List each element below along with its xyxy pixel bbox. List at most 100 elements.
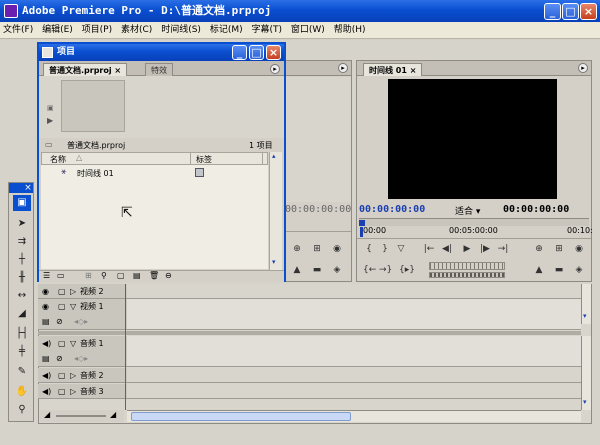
project-minimize-button[interactable]: _ — [232, 45, 247, 60]
speaker-icon[interactable]: ◀) — [42, 384, 51, 399]
keyframe-nav-icon[interactable]: ◂◇▸ — [74, 351, 88, 366]
delete-icon[interactable]: 🗑 — [149, 271, 159, 280]
source-trim-icon[interactable]: ▲ — [291, 265, 303, 275]
source-lift-icon[interactable]: ◈ — [331, 265, 343, 275]
expand-triangle-icon[interactable]: ▷ — [70, 384, 76, 399]
expand-triangle-icon[interactable]: ▷ — [70, 368, 76, 383]
source-extract-icon[interactable]: ▬ — [311, 265, 323, 275]
program-output-icon[interactable]: ◈ — [573, 265, 585, 275]
collapse-triangle-icon[interactable]: ▽ — [70, 299, 76, 314]
step-forward-icon[interactable]: |▶ — [479, 244, 491, 254]
lock-icon[interactable]: ▢ — [58, 299, 66, 314]
menu-window[interactable]: 窗口(W) — [288, 22, 328, 39]
source-insert-icon[interactable]: ⊕ — [291, 244, 303, 254]
track-header-audio1[interactable]: ◀) ▢ ▽ 音频 1 ▤ ⊘ ◂◇▸ — [38, 336, 127, 367]
rate-stretch-tool-icon[interactable]: ↔ — [13, 288, 31, 304]
poster-frame-icon[interactable]: ▣ — [47, 104, 54, 112]
step-back-icon[interactable]: ◀| — [441, 244, 453, 254]
zoom-out-icon[interactable]: ◢ — [44, 410, 50, 419]
source-flyout-icon[interactable]: ▸ — [338, 63, 348, 73]
menu-clip[interactable]: 素材(C) — [118, 22, 155, 39]
label-color-swatch[interactable] — [195, 168, 204, 177]
timeline-horizontal-scrollbar[interactable] — [127, 410, 581, 422]
track-header-audio3[interactable]: ◀) ▢ ▷ 音频 3 — [38, 384, 127, 399]
preview-play-icon[interactable]: ▶ — [47, 116, 53, 125]
lock-icon[interactable]: ▢ — [58, 284, 66, 299]
project-close-button[interactable]: × — [266, 45, 281, 60]
program-zoom-bar[interactable] — [359, 218, 589, 226]
go-to-in-icon[interactable]: |← — [423, 244, 435, 254]
zoom-tool-icon[interactable]: ⚲ — [13, 402, 31, 418]
display-style-icon[interactable]: ▤ — [42, 351, 50, 366]
menu-title[interactable]: 字幕(T) — [248, 22, 285, 39]
new-item-icon[interactable]: ▤ — [133, 271, 141, 280]
slip-tool-icon[interactable]: ├┤ — [13, 326, 31, 342]
hand-tool-icon[interactable]: ✋ — [13, 384, 31, 400]
shuttle-slider[interactable] — [429, 262, 505, 270]
set-marker-icon[interactable]: ▽ — [395, 244, 407, 254]
project-maximize-button[interactable]: □ — [249, 45, 264, 60]
icon-view-icon[interactable]: ▭ — [57, 271, 65, 280]
display-style-icon[interactable]: ▤ — [42, 314, 50, 329]
selection-tool-icon[interactable]: ➤ — [13, 216, 31, 232]
play-icon[interactable]: ▶ — [461, 244, 473, 254]
tab-close-icon[interactable]: × — [114, 66, 121, 75]
play-in-to-out-icon[interactable]: {▸} — [399, 265, 415, 275]
lock-icon[interactable]: ▢ — [58, 368, 66, 383]
scroll-down-icon[interactable]: ▾ — [583, 312, 587, 320]
eye-icon[interactable]: ◉ — [42, 284, 49, 299]
no-keyframe-icon[interactable]: ⊘ — [56, 314, 63, 329]
track-header-audio2[interactable]: ◀) ▢ ▷ 音频 2 — [38, 368, 127, 383]
mark-out-icon[interactable]: } — [379, 244, 391, 254]
no-keyframe-icon[interactable]: ⊘ — [56, 351, 63, 366]
automate-icon[interactable]: ⊞ — [85, 271, 92, 280]
program-export-frame-icon[interactable]: ◉ — [573, 244, 585, 254]
project-vertical-scrollbar[interactable]: ▴ ▾ — [269, 152, 282, 270]
go-to-prev-marker-icon[interactable]: {← — [363, 265, 376, 275]
fit-dropdown[interactable]: 适合 ▾ — [455, 204, 480, 217]
mark-in-icon[interactable]: { — [363, 244, 375, 254]
tab-program-timeline[interactable]: 时间线 01 × — [363, 63, 423, 76]
program-extract-icon[interactable]: ⊞ — [553, 244, 565, 254]
expand-triangle-icon[interactable]: ▷ — [70, 284, 76, 299]
speaker-icon[interactable]: ◀) — [42, 336, 51, 351]
track-select-tool-icon[interactable]: ⇉ — [13, 234, 31, 250]
menu-file[interactable]: 文件(F) — [0, 22, 36, 39]
jog-wheel[interactable] — [429, 272, 505, 278]
razor-tool-icon[interactable]: ◢ — [13, 306, 31, 322]
menu-help[interactable]: 帮助(H) — [331, 22, 369, 39]
project-flyout-icon[interactable]: ▸ — [270, 64, 280, 74]
program-trim-icon[interactable]: ▲ — [533, 265, 545, 275]
program-time-ruler[interactable]: 00:00 00:05:00:00 00:10: — [359, 226, 593, 236]
zoom-in-icon[interactable]: ◢ — [110, 410, 116, 419]
program-flyout-icon[interactable]: ▸ — [578, 63, 588, 73]
keyframe-nav-icon[interactable]: ◂◇▸ — [74, 314, 88, 329]
rolling-edit-tool-icon[interactable]: ╫ — [13, 270, 31, 286]
menu-edit[interactable]: 编辑(E) — [39, 22, 76, 39]
audio-tracks-scrollbar[interactable]: ▾ — [581, 336, 591, 410]
minimize-button[interactable]: _ — [544, 3, 561, 20]
close-button[interactable]: × — [580, 3, 597, 20]
menu-sequence[interactable]: 时间线(S) — [158, 22, 204, 39]
eye-icon[interactable]: ◉ — [42, 299, 49, 314]
scroll-down-icon[interactable]: ▾ — [272, 258, 276, 266]
find-icon[interactable]: ⚲ — [101, 271, 107, 280]
source-overlay-icon[interactable]: ⊞ — [311, 244, 323, 254]
list-view-icon[interactable]: ☰ — [43, 271, 50, 280]
timeline-playhead-line[interactable] — [125, 284, 126, 410]
collapse-triangle-icon[interactable]: ▽ — [70, 336, 76, 351]
ripple-edit-tool-icon[interactable]: ┼ — [13, 252, 31, 268]
menu-project[interactable]: 项目(P) — [79, 22, 115, 39]
tab-project[interactable]: 普通文档.prproj × — [43, 63, 128, 76]
go-to-out-icon[interactable]: →| — [497, 244, 509, 254]
video-tracks-scrollbar[interactable]: ▾ — [581, 284, 591, 324]
program-playhead[interactable] — [360, 227, 363, 237]
program-lift-icon[interactable]: ⊕ — [533, 244, 545, 254]
lock-icon[interactable]: ▢ — [58, 384, 66, 399]
tab-effects[interactable]: 特效 — [145, 63, 173, 76]
slide-tool-icon[interactable]: ╪ — [13, 344, 31, 360]
maximize-button[interactable]: □ — [562, 3, 579, 20]
column-label[interactable]: 标签 — [196, 154, 212, 165]
clear-icon[interactable]: ⊖ — [165, 271, 172, 280]
scroll-down-icon[interactable]: ▾ — [583, 398, 587, 406]
